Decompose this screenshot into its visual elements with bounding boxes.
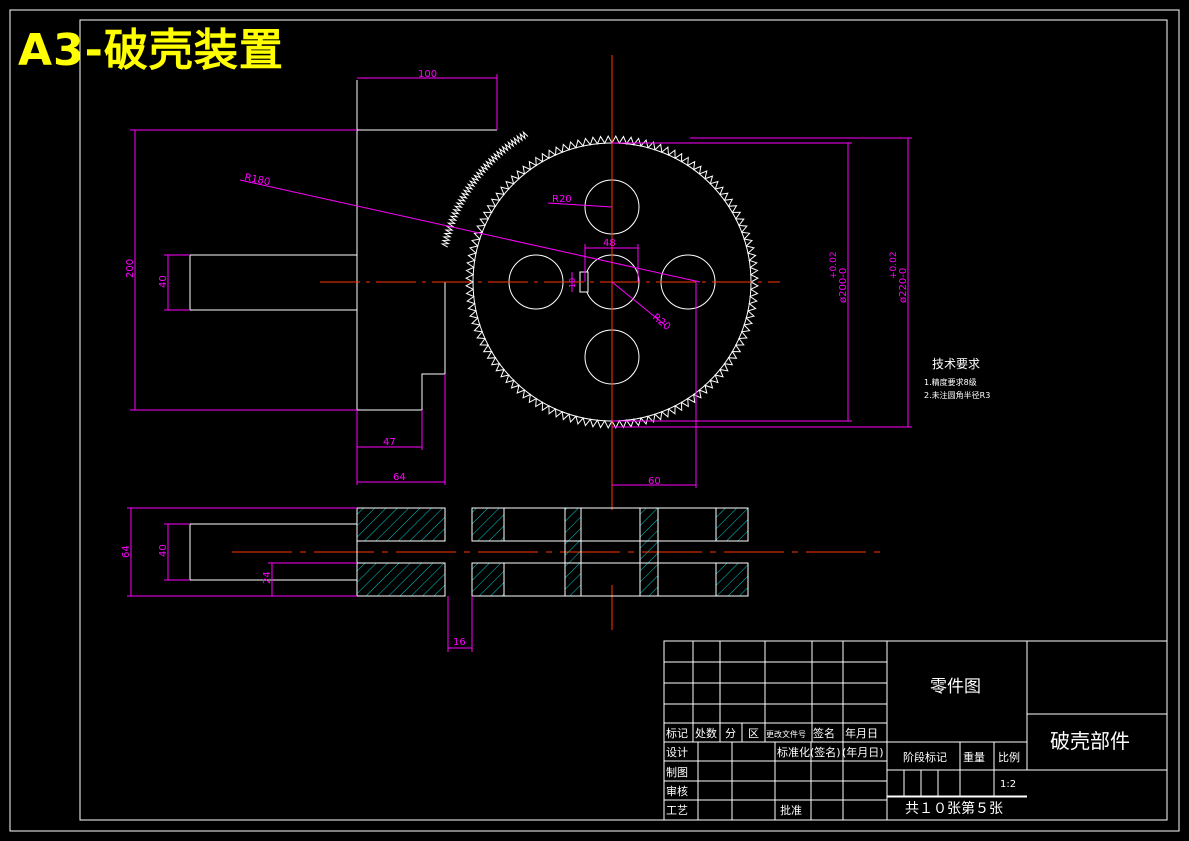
dim-dia220: ø220-0: [898, 268, 909, 303]
scale-value: 1:2: [1000, 779, 1016, 790]
dim-100: 100: [418, 69, 437, 80]
scale-label: 比例: [998, 750, 1020, 764]
row-draw: 制图: [666, 766, 688, 779]
cad-drawing: 100 200 40 R180 R20 48 10 R20 ø200-0 +0.…: [9, 9, 1180, 832]
row-check: 审核: [666, 784, 688, 798]
dim-dia200-tol: +0.02: [829, 251, 839, 279]
dim-47: 47: [383, 437, 396, 448]
stage-mark: 阶段标记: [903, 750, 947, 764]
dim-r20-mid: R20: [650, 312, 672, 333]
dim-64-top: 64: [393, 472, 406, 483]
sheet-count: 共１０张第５张: [905, 800, 1003, 817]
hdr-sign: 签名: [813, 726, 835, 740]
drawing-type: 零件图: [930, 677, 981, 697]
row-design: 设计: [666, 746, 688, 759]
hdr-mark: 标记: [666, 726, 688, 740]
dim-dia200: ø200-0: [838, 268, 849, 303]
dimension-labels: 100 200 40 R180 R20 48 10 R20 ø200-0 +0.…: [121, 69, 909, 648]
hdr-change-doc: 更改文件号: [766, 729, 806, 739]
dim-r180: R180: [243, 172, 271, 188]
dim-10: 10: [568, 278, 577, 288]
standardize-date: (年月日): [842, 745, 884, 759]
dim-r20-top: R20: [552, 194, 572, 205]
approve: 批准: [780, 803, 802, 817]
dim-dia220-tol: +0.02: [889, 251, 899, 279]
standardize: 标准化(签名): [777, 745, 841, 759]
dim-16: 16: [453, 637, 466, 648]
outer-frame: [9, 9, 1180, 832]
part-name: 破壳部件: [1050, 729, 1130, 753]
tech-item-1: 1.精度要求8级: [924, 377, 977, 387]
dim-64-side: 64: [121, 545, 132, 558]
inner-frame: [79, 19, 1168, 821]
dim-48: 48: [603, 238, 616, 249]
weight: 重量: [963, 750, 985, 764]
tech-item-2: 2.未注圆角半径R3: [924, 390, 990, 400]
hdr-count: 处数: [695, 727, 717, 740]
hdr-zone: 区: [748, 727, 759, 740]
dim-200: 200: [125, 259, 136, 278]
tech-requirements: 技术要求 1.精度要求8级 2.未注圆角半径R3: [924, 357, 990, 400]
hdr-div: 分: [725, 727, 736, 740]
bracket-gear-arc: [440, 130, 529, 248]
dim-24: 24: [262, 571, 273, 584]
dim-60: 60: [648, 476, 661, 487]
dim-40-side: 40: [158, 544, 169, 557]
centerlines: [232, 55, 885, 630]
dimension-lines: [127, 74, 912, 652]
tech-heading: 技术要求: [932, 357, 980, 371]
dim-40-top: 40: [158, 275, 169, 288]
hdr-date: 年月日: [845, 726, 878, 740]
row-process: 工艺: [666, 804, 688, 817]
